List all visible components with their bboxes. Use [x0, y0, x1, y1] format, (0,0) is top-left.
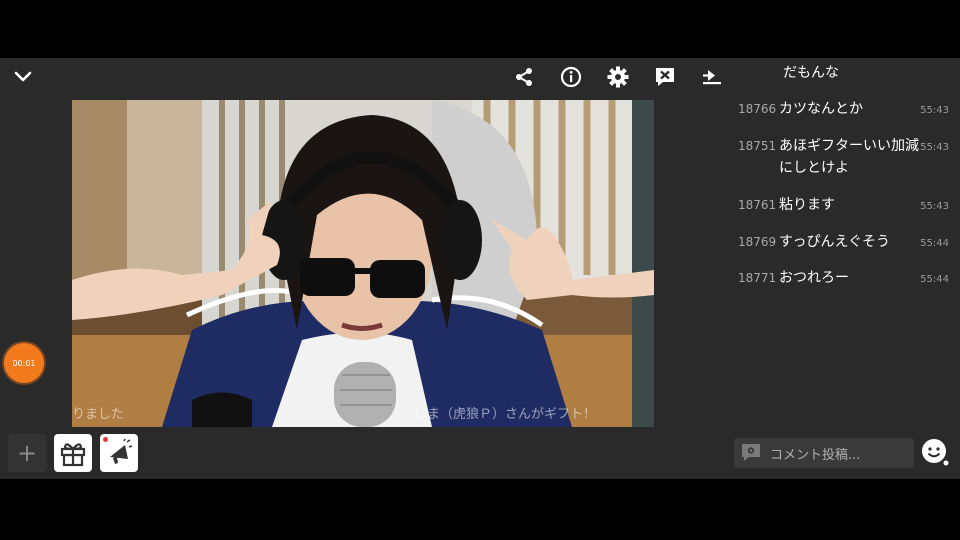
minimize-button[interactable] [10, 66, 36, 88]
collapse-panel-icon [702, 70, 721, 85]
comment-placeholder: コメント投稿... [770, 447, 861, 463]
comment-number: 18769 [738, 235, 777, 249]
settings-button[interactable] [594, 62, 641, 92]
comment-number: 18761 [738, 198, 777, 212]
comment-text: だもんな [783, 65, 839, 81]
info-icon [560, 66, 581, 88]
comment-input[interactable]: コメント投稿... [734, 438, 914, 468]
comment-time: 55:43 [920, 142, 949, 153]
comment-number: 18771 [738, 271, 777, 285]
share-button[interactable] [500, 62, 547, 92]
comment-time: 55:43 [920, 201, 949, 212]
plus-icon: + [16, 439, 38, 467]
comment-text: おつれろー [779, 270, 849, 286]
info-button[interactable] [547, 62, 594, 92]
hide-comments-button[interactable] [641, 62, 688, 92]
live-stream-player: りました しま（虎狼Ｐ）さんがギフト！ 00:01 + だもんな 18766 カ… [0, 58, 960, 479]
share-icon [515, 68, 532, 86]
collapse-panel-button[interactable] [688, 62, 735, 92]
megaphone-icon [110, 439, 133, 464]
settings-icon [607, 66, 628, 88]
comment-time: 55:44 [920, 238, 949, 249]
gift-ticker-left: りました [72, 407, 125, 422]
comment-text: すっぴんえぐそう [779, 234, 891, 250]
emoji-button[interactable] [920, 437, 950, 467]
gift-ticker-right: しま（虎狼Ｐ）さんがギフト！ [414, 407, 597, 422]
comment-list[interactable]: だもんな 18766 カツなんとか 55:43 18751 あほギフターいい加減… [730, 58, 960, 433]
chevron-down-icon [14, 71, 32, 82]
mute-comments-icon [655, 68, 674, 86]
comment-time: 55:43 [920, 105, 949, 116]
timer-label: 00:01 [12, 358, 36, 368]
comment-time: 55:44 [920, 274, 949, 285]
comment-number: 18751 [738, 139, 777, 153]
comment-settings-icon [742, 444, 760, 461]
add-button[interactable]: + [8, 434, 46, 472]
notification-dot [103, 437, 108, 442]
smiley-icon [922, 439, 949, 466]
video-frame-image [72, 100, 654, 427]
gift-icon [60, 443, 86, 467]
timer-badge[interactable]: 00:01 [4, 343, 44, 383]
announce-button[interactable] [100, 434, 138, 472]
comment-number: 18766 [738, 102, 777, 116]
bottom-actions: + [8, 434, 138, 472]
video-stream[interactable] [72, 100, 654, 427]
player-toolbar [500, 62, 735, 92]
comment-text: 粘ります [779, 197, 835, 213]
letterbox-top [0, 0, 960, 58]
gift-button[interactable] [54, 434, 92, 472]
comment-text: あほギフターいい加減にしとけよ [779, 138, 919, 176]
comment-text: カツなんとか [779, 101, 863, 117]
letterbox-bottom [0, 479, 960, 540]
